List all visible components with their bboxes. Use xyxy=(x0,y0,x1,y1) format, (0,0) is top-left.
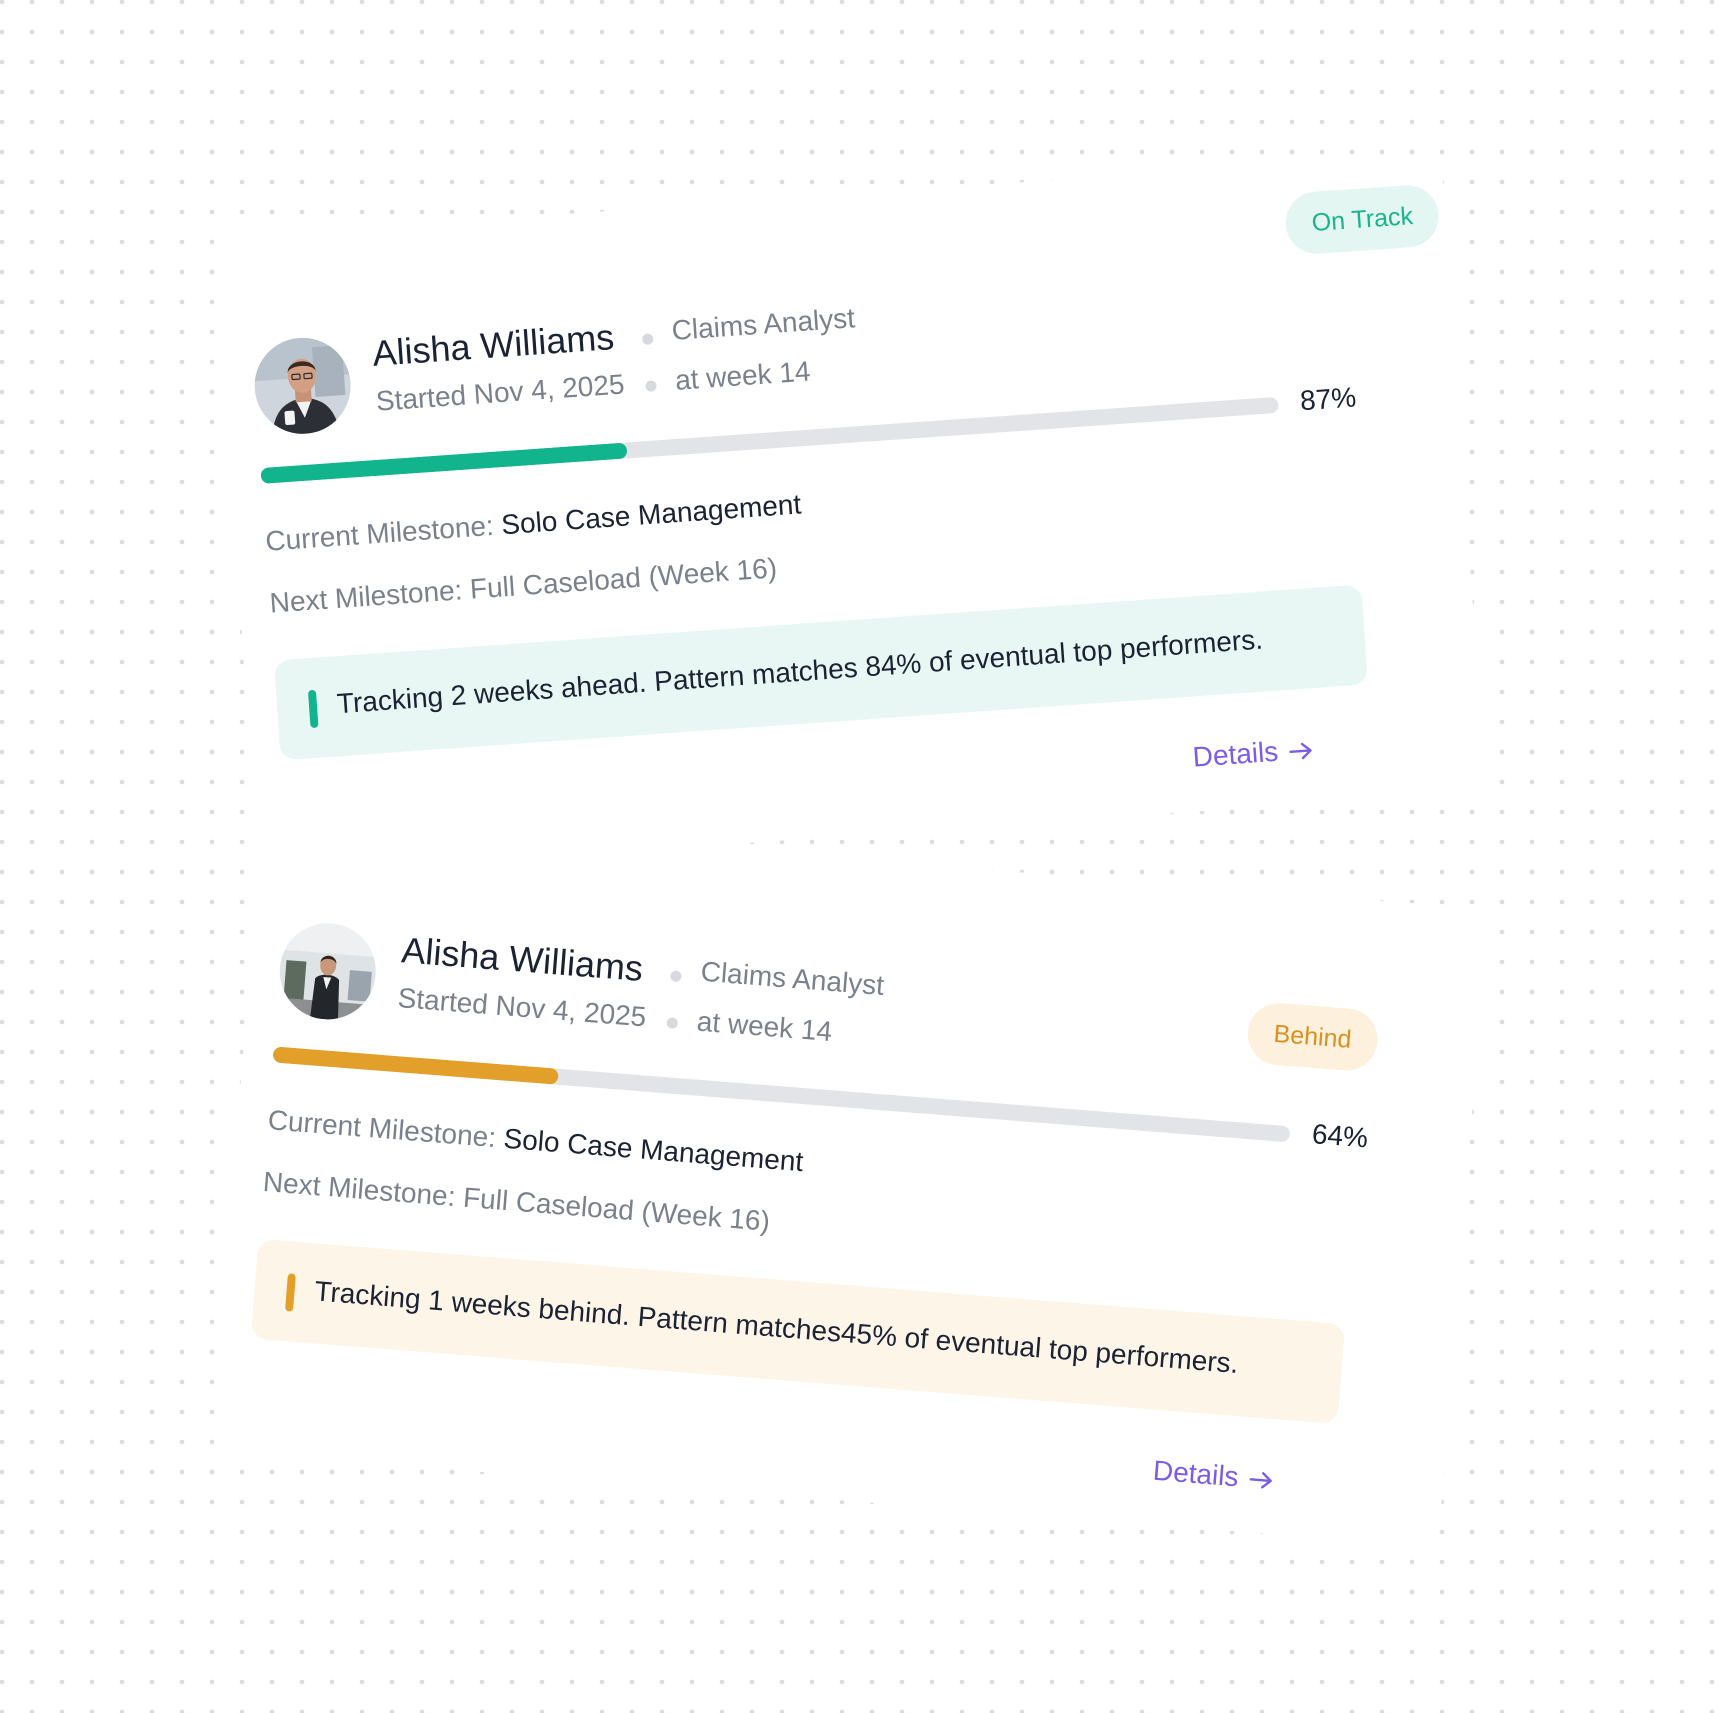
employee-role: Claims Analyst xyxy=(670,302,856,346)
current-milestone: Current Milestone: Solo Case Management xyxy=(264,488,802,557)
employee-role: Claims Analyst xyxy=(699,955,886,1002)
details-label: Details xyxy=(1191,735,1280,773)
status-badge: Behind xyxy=(1245,1000,1380,1073)
avatar xyxy=(276,919,380,1024)
progress-percent: 64% xyxy=(1310,1118,1370,1154)
progress-card-behind: Alisha Williams Claims Analyst Started N… xyxy=(211,812,1489,1548)
separator-dot xyxy=(666,1017,679,1029)
insight-text: Tracking 2 weeks ahead. Pattern matches … xyxy=(335,623,1264,720)
person-photo-icon xyxy=(276,919,380,1024)
avatar xyxy=(251,334,354,438)
person-photo-icon xyxy=(251,334,354,438)
current-milestone-value: Solo Case Management xyxy=(500,488,803,541)
details-label: Details xyxy=(1151,1454,1240,1493)
employee-name: Alisha Williams xyxy=(400,929,645,990)
progress-percent: 87% xyxy=(1299,381,1358,417)
details-link[interactable]: Details xyxy=(1152,1455,1276,1498)
progress-bar-fill xyxy=(272,1046,559,1085)
insight-text: Tracking 1 weeks behind. Pattern matches… xyxy=(313,1275,1240,1379)
current-week: at week 14 xyxy=(695,1005,834,1048)
start-date: Started Nov 4, 2025 xyxy=(396,982,648,1033)
current-week: at week 14 xyxy=(674,355,812,396)
start-date: Started Nov 4, 2025 xyxy=(374,368,626,417)
separator-dot xyxy=(641,333,654,346)
current-milestone: Current Milestone: Solo Case Management xyxy=(267,1104,805,1178)
status-badge: On Track xyxy=(1283,183,1442,256)
current-milestone-label: Current Milestone: xyxy=(266,1104,505,1154)
details-link[interactable]: Details xyxy=(1192,733,1316,775)
insight-callout: Tracking 2 weeks ahead. Pattern matches … xyxy=(273,584,1369,761)
insight-accent-bar xyxy=(284,1273,296,1312)
progress-card-on-track: Alisha Williams Claims Analyst Started N… xyxy=(214,152,1486,878)
next-milestone: Next Milestone: Full Caseload (Week 16) xyxy=(261,1166,772,1237)
current-milestone-value: Solo Case Management xyxy=(502,1122,805,1178)
employee-name: Alisha Williams xyxy=(371,316,616,374)
insight-accent-bar xyxy=(307,689,319,729)
current-milestone-label: Current Milestone: xyxy=(264,509,503,557)
arrow-right-icon xyxy=(1247,1464,1275,1498)
arrow-right-icon xyxy=(1287,735,1315,769)
insight-callout: Tracking 1 weeks behind. Pattern matches… xyxy=(250,1238,1346,1424)
separator-dot xyxy=(645,380,657,392)
next-milestone: Next Milestone: Full Caseload (Week 16) xyxy=(268,552,778,619)
separator-dot xyxy=(670,970,682,983)
progress-bar-fill xyxy=(260,442,628,484)
